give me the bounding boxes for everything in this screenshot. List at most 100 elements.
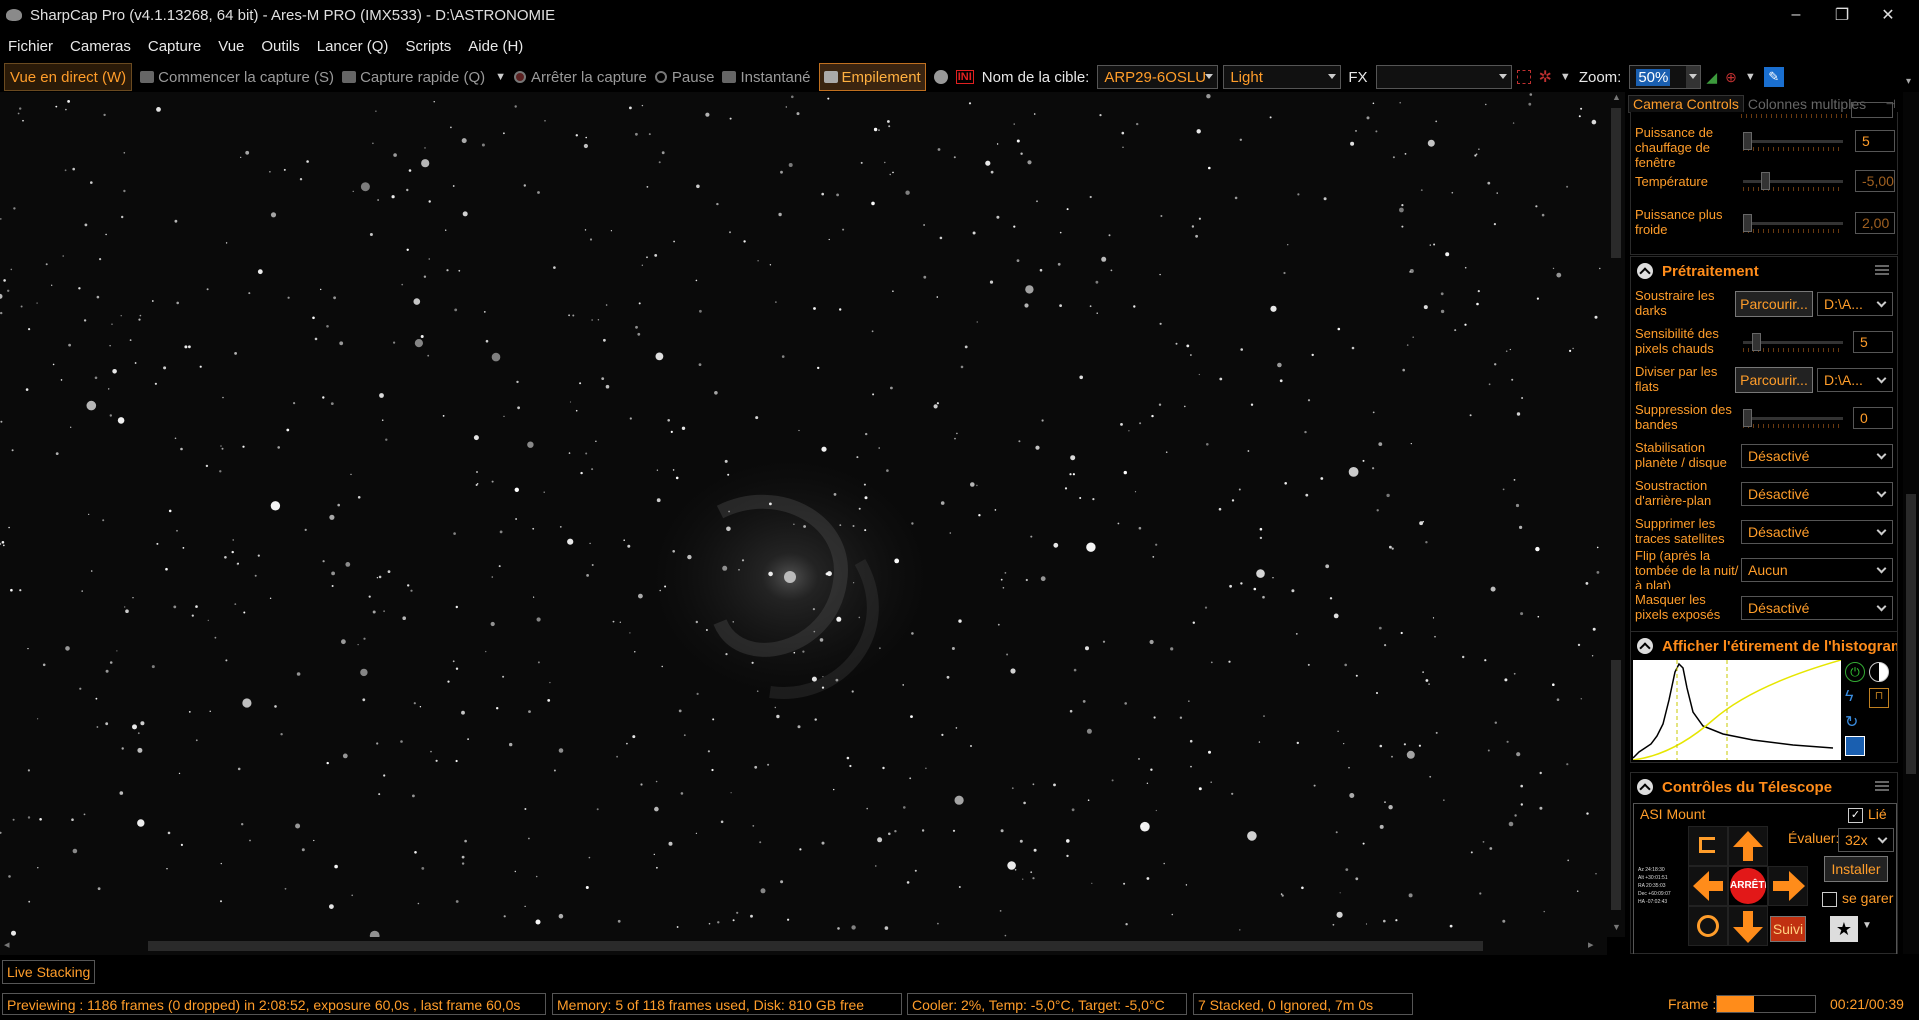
panel-scrollbar[interactable] <box>1903 92 1919 954</box>
planet-button[interactable] <box>933 64 948 90</box>
histogram-chart[interactable] <box>1633 660 1841 760</box>
maximize-button[interactable]: ❐ <box>1819 0 1865 30</box>
tab-camera-controls[interactable]: Camera Controls <box>1628 95 1744 113</box>
scroll-down-arrow-icon[interactable]: ▼ <box>1612 922 1621 932</box>
viewport-horizontal-scrollbar[interactable]: ◂ ▸ <box>0 937 1607 955</box>
stacking-button[interactable]: Empilement <box>818 63 926 91</box>
center-button[interactable] <box>1688 906 1728 946</box>
histogram-button[interactable]: ◢ <box>1706 64 1717 90</box>
pause-button[interactable]: Pause <box>654 64 714 90</box>
tab-multiple-columns[interactable]: Colonnes multiples <box>1748 96 1866 112</box>
slider-thumb[interactable] <box>1743 132 1752 150</box>
zoom-select[interactable]: 50% <box>1629 65 1702 89</box>
menu-vue[interactable]: Vue <box>218 38 244 55</box>
frame-type-select[interactable]: Light <box>1223 65 1342 89</box>
minimize-button[interactable]: – <box>1773 0 1819 30</box>
stop-capture-button[interactable]: Arrêter la capture <box>514 64 647 90</box>
number-box[interactable] <box>1851 102 1893 118</box>
park-checkbox[interactable] <box>1822 892 1837 907</box>
roi-button[interactable] <box>1516 64 1531 90</box>
menu-aide[interactable]: Aide (H) <box>468 38 523 55</box>
collapse-toolbar-icon[interactable]: ▾ <box>1906 76 1911 87</box>
menu-fichier[interactable]: Fichier <box>8 38 53 55</box>
hot-pixel-value[interactable]: 5 <box>1853 331 1893 353</box>
start-capture-button[interactable]: Commencer la capture (S) <box>140 64 334 90</box>
stabilization-select[interactable]: Désactivé <box>1741 444 1893 468</box>
collapse-icon[interactable] <box>1637 263 1653 279</box>
install-button[interactable]: Installer <box>1824 856 1888 882</box>
window-heater-value[interactable]: 5 <box>1855 130 1895 152</box>
viewport-vertical-scrollbar[interactable]: ▲ ▼ <box>1607 92 1625 937</box>
target-name-input[interactable]: ARP29-6OSLU <box>1097 65 1219 89</box>
stop-button[interactable]: ARRÊTE <box>1728 866 1768 906</box>
vertical-scroll-thumb[interactable] <box>1611 108 1621 258</box>
move-north-button[interactable] <box>1728 826 1768 866</box>
banding-slider[interactable] <box>1743 409 1853 429</box>
menu-cameras[interactable]: Cameras <box>70 38 131 55</box>
move-south-button[interactable] <box>1728 906 1768 946</box>
move-east-button[interactable] <box>1768 866 1808 906</box>
temperature-value[interactable]: -5,00 <box>1855 170 1895 192</box>
scroll-left-arrow-icon[interactable]: ◂ <box>4 938 10 951</box>
fx-select[interactable] <box>1375 65 1512 89</box>
lock-icon[interactable]: ⊓ <box>1869 688 1889 708</box>
close-button[interactable]: ✕ <box>1865 0 1911 30</box>
menu-scripts[interactable]: Scripts <box>405 38 451 55</box>
horizontal-scroll-thumb[interactable] <box>148 941 1483 951</box>
histogram-header[interactable]: Afficher l'étirement de l'histogram <box>1631 632 1897 660</box>
browse-flats-button[interactable]: Parcourir... <box>1735 367 1813 393</box>
browse-darks-button[interactable]: Parcourir... <box>1735 291 1813 317</box>
hot-pixel-slider[interactable] <box>1743 333 1853 353</box>
quick-capture-button[interactable]: Capture rapide (Q) ▼ <box>342 64 506 90</box>
background-select[interactable]: Désactivé <box>1741 482 1893 506</box>
save-icon[interactable] <box>1845 736 1865 756</box>
contrast-icon[interactable] <box>1869 662 1889 682</box>
chevron-down-icon[interactable]: ▼ <box>1862 920 1872 931</box>
live-stacking-tab[interactable]: Live Stacking <box>2 960 96 984</box>
chevron-down-icon[interactable]: ▼ <box>1560 71 1571 83</box>
overlay-button[interactable]: ⊕ ▼ <box>1725 64 1756 90</box>
preprocessing-header[interactable]: Prétraitement <box>1631 257 1897 285</box>
scroll-up-arrow-icon[interactable]: ▲ <box>1612 92 1621 102</box>
pin-button[interactable]: ✎ <box>1763 64 1784 90</box>
menu-capture[interactable]: Capture <box>148 38 201 55</box>
ini-button[interactable]: INI <box>955 64 974 90</box>
menu-outils[interactable]: Outils <box>261 38 299 55</box>
slider-thumb[interactable] <box>1743 409 1752 427</box>
darks-path-select[interactable]: D:\A... <box>1817 292 1893 316</box>
flats-path-select[interactable]: D:\A... <box>1817 368 1893 392</box>
snapshot-button[interactable]: Instantané <box>722 64 811 90</box>
collapse-icon[interactable] <box>1637 779 1653 795</box>
move-west-button[interactable] <box>1688 866 1728 906</box>
vertical-scroll-thumb-lower[interactable] <box>1611 660 1621 910</box>
power-icon[interactable]: ⏻ <box>1845 662 1865 682</box>
menu-icon[interactable] <box>1875 265 1889 275</box>
cooler-power-slider[interactable] <box>1743 214 1853 234</box>
window-heater-slider[interactable] <box>1743 132 1853 152</box>
cooler-power-value[interactable]: 2,00 <box>1855 212 1895 234</box>
star-icon[interactable]: ★ <box>1830 916 1858 942</box>
telescope-header[interactable]: Contrôles du Télescope <box>1631 773 1897 801</box>
banding-value[interactable]: 0 <box>1853 407 1893 429</box>
mask-select[interactable]: Désactivé <box>1741 596 1893 620</box>
slider-thumb[interactable] <box>1752 333 1762 351</box>
panel-scroll-thumb[interactable] <box>1906 494 1916 774</box>
satellites-select[interactable]: Désactivé <box>1741 520 1893 544</box>
menu-lancer[interactable]: Lancer (Q) <box>317 38 389 55</box>
spiral-search-button[interactable] <box>1688 826 1728 866</box>
slider-thumb[interactable] <box>1761 172 1771 190</box>
linked-checkbox[interactable]: ✓ <box>1848 808 1863 823</box>
slider-thumb[interactable] <box>1743 214 1752 232</box>
crosshair-button[interactable]: ✲ ▼ <box>1539 64 1571 90</box>
track-button[interactable]: Suivi <box>1770 916 1806 942</box>
lightning-icon[interactable]: ϟ <box>1845 688 1853 706</box>
menu-icon[interactable] <box>1875 781 1889 791</box>
image-viewport[interactable] <box>0 92 1607 937</box>
reset-icon[interactable]: ↻ <box>1845 712 1858 732</box>
temperature-slider[interactable] <box>1743 172 1853 192</box>
rate-select[interactable]: 32x <box>1838 828 1894 852</box>
flip-select[interactable]: Aucun <box>1741 558 1893 582</box>
collapse-icon[interactable] <box>1637 638 1653 654</box>
chevron-down-icon[interactable]: ▼ <box>495 71 506 83</box>
chevron-down-icon[interactable]: ▼ <box>1745 71 1756 83</box>
